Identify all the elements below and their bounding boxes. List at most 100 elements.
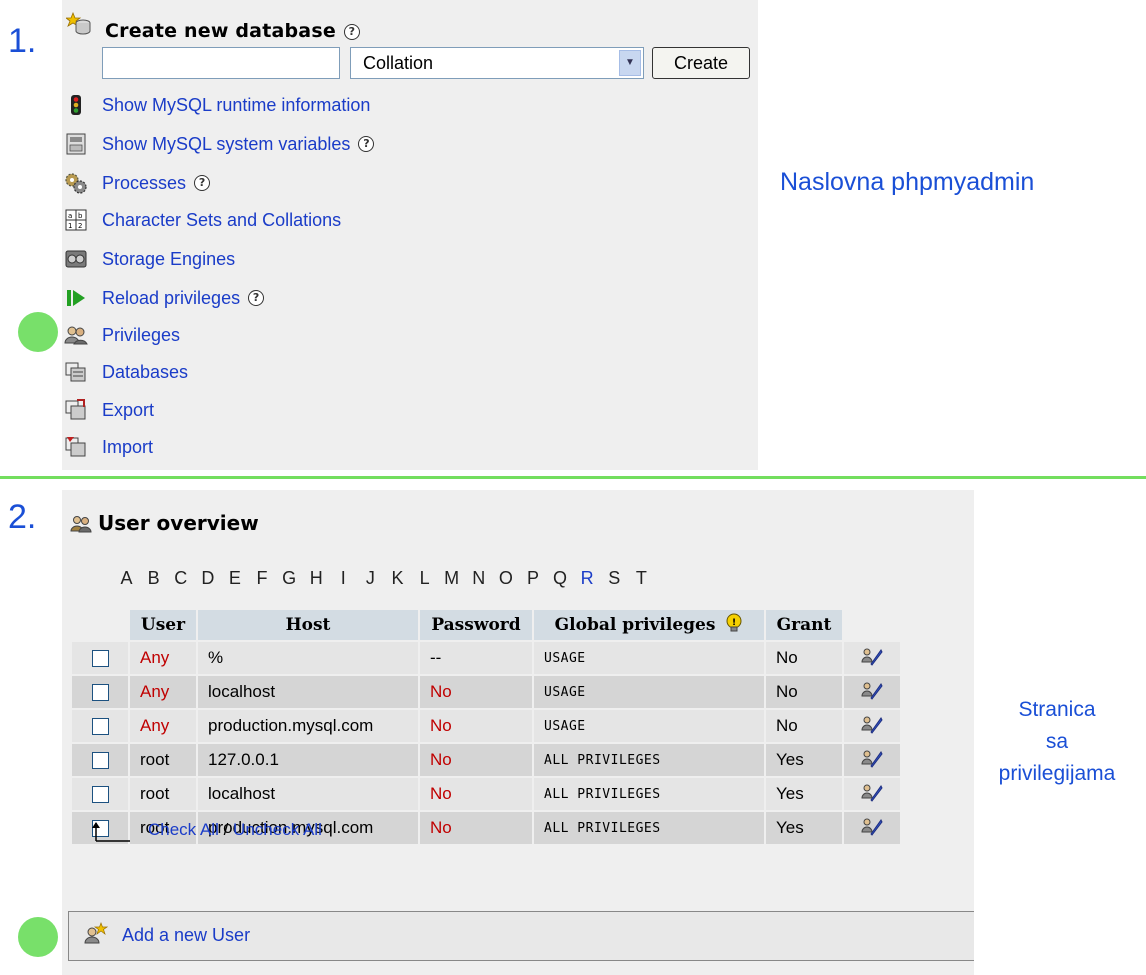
help-icon[interactable]: ? [248, 290, 265, 306]
letter-filter-r[interactable]: R [574, 568, 601, 589]
add-user-label: Add a new User [122, 925, 251, 945]
letter-filter-h[interactable]: H [303, 568, 330, 589]
letter-filter-c[interactable]: C [167, 568, 194, 589]
letter-filter-g[interactable]: G [276, 568, 303, 589]
menu-item-label: Privileges [102, 324, 181, 345]
action-column-header [844, 610, 900, 640]
privileges-icon [64, 323, 88, 347]
grant-cell: Yes [766, 744, 842, 776]
chevron-down-icon[interactable]: ▼ [619, 50, 641, 76]
menu-item-export[interactable]: Export [64, 395, 154, 425]
letter-filter-q[interactable]: Q [547, 568, 574, 589]
letter-filter-b[interactable]: B [140, 568, 167, 589]
collation-select[interactable]: Collation ▼ [350, 47, 644, 79]
edit-cell [844, 676, 900, 708]
help-icon[interactable]: ? [343, 23, 360, 40]
letter-filter-n[interactable]: N [465, 568, 492, 589]
caption-line: sa [1045, 730, 1069, 753]
letter-filter-k[interactable]: K [384, 568, 411, 589]
svg-text:!: ! [732, 618, 736, 628]
column-header-grant: Grant [766, 610, 842, 640]
caption-line: privilegijama [998, 762, 1116, 785]
menu-item-label: Databases [102, 361, 189, 382]
edit-privileges-icon[interactable] [861, 818, 883, 840]
user-cell: Any [130, 676, 196, 708]
menu-item-runtime-information[interactable]: Show MySQL runtime information [64, 90, 370, 120]
help-icon[interactable]: ? [358, 136, 375, 152]
row-checkbox-cell [72, 642, 128, 674]
menu-item-system-variables[interactable]: Show MySQL system variables? [64, 129, 375, 159]
table-row: root 127.0.0.1 No ALL PRIVILEGES Yes [72, 744, 900, 776]
check-all-controls: Check All / Uncheck All [148, 820, 322, 840]
letter-filter-i[interactable]: I [330, 568, 357, 589]
letter-filter-p[interactable]: P [519, 568, 546, 589]
database-name-input[interactable] [102, 47, 340, 79]
letter-filter-l[interactable]: L [411, 568, 438, 589]
uncheck-all-link[interactable]: Uncheck All [233, 820, 322, 839]
grant-cell: Yes [766, 778, 842, 810]
menu-item-label: Show MySQL system variables [102, 133, 351, 154]
letter-filter-f[interactable]: F [248, 568, 275, 589]
global-privileges-cell: USAGE [534, 642, 764, 674]
letter-filter-s[interactable]: S [601, 568, 628, 589]
create-button[interactable]: Create [652, 47, 750, 79]
edit-cell [844, 778, 900, 810]
caption-privileges-page: Stranica sa privilegijama [982, 694, 1132, 790]
create-database-title: Create new database? [105, 20, 360, 42]
grant-cell: Yes [766, 812, 842, 844]
row-checkbox[interactable] [91, 752, 109, 770]
row-checkbox-cell [72, 710, 128, 742]
menu-item-reload-privileges[interactable]: Reload privileges? [64, 283, 265, 313]
table-row: Any% -- USAGE No [72, 642, 900, 674]
table-row: root localhost No ALL PRIVILEGES Yes [72, 778, 900, 810]
letter-filter-d[interactable]: D [194, 568, 221, 589]
variables-icon [64, 132, 88, 156]
letter-filter-t[interactable]: T [628, 568, 655, 589]
reload-icon [64, 286, 88, 310]
edit-cell [844, 642, 900, 674]
host-cell: localhost [198, 676, 418, 708]
letter-filter-a[interactable]: A [113, 568, 140, 589]
row-checkbox-cell [72, 744, 128, 776]
column-header-user: User [130, 610, 196, 640]
databases-icon [64, 360, 88, 384]
letter-filter-o[interactable]: O [492, 568, 519, 589]
menu-item-privileges[interactable]: Privileges [64, 320, 180, 350]
hint-bulb-icon: ! [725, 613, 743, 638]
row-checkbox[interactable] [91, 684, 109, 702]
letter-filter-e[interactable]: E [221, 568, 248, 589]
menu-item-label: Processes [102, 172, 187, 193]
svg-text:1: 1 [68, 222, 72, 230]
help-icon[interactable]: ? [194, 175, 211, 191]
highlight-dot-add-user [18, 917, 58, 957]
letter-filter-j[interactable]: J [357, 568, 384, 589]
gears-icon [64, 171, 88, 195]
host-cell: localhost [198, 778, 418, 810]
row-checkbox[interactable] [91, 718, 109, 736]
grant-cell: No [766, 642, 842, 674]
password-cell: -- [420, 642, 532, 674]
menu-item-import[interactable]: Import [64, 432, 153, 462]
svg-text:2: 2 [78, 222, 82, 230]
svg-text:a: a [68, 212, 72, 220]
menu-item-character-sets[interactable]: ab12 Character Sets and Collations [64, 205, 341, 235]
row-checkbox[interactable] [91, 786, 109, 804]
step-number-2: 2. [8, 498, 37, 536]
arrow-up-icon [86, 820, 132, 849]
letter-filter-m[interactable]: M [438, 568, 465, 589]
menu-item-processes[interactable]: Processes? [64, 168, 211, 198]
edit-privileges-icon[interactable] [861, 716, 883, 738]
edit-privileges-icon[interactable] [861, 784, 883, 806]
edit-privileges-icon[interactable] [861, 682, 883, 704]
edit-privileges-icon[interactable] [861, 750, 883, 772]
add-user-link[interactable]: Add a new User [84, 922, 250, 949]
check-all-link[interactable]: Check All [148, 820, 219, 839]
host-cell: % [198, 642, 418, 674]
user-cell: root [130, 778, 196, 810]
edit-privileges-icon[interactable] [861, 648, 883, 670]
menu-item-databases[interactable]: Databases [64, 357, 188, 387]
menu-item-storage-engines[interactable]: Storage Engines [64, 244, 235, 274]
row-checkbox[interactable] [91, 650, 109, 668]
password-cell: No [420, 676, 532, 708]
password-cell: No [420, 710, 532, 742]
